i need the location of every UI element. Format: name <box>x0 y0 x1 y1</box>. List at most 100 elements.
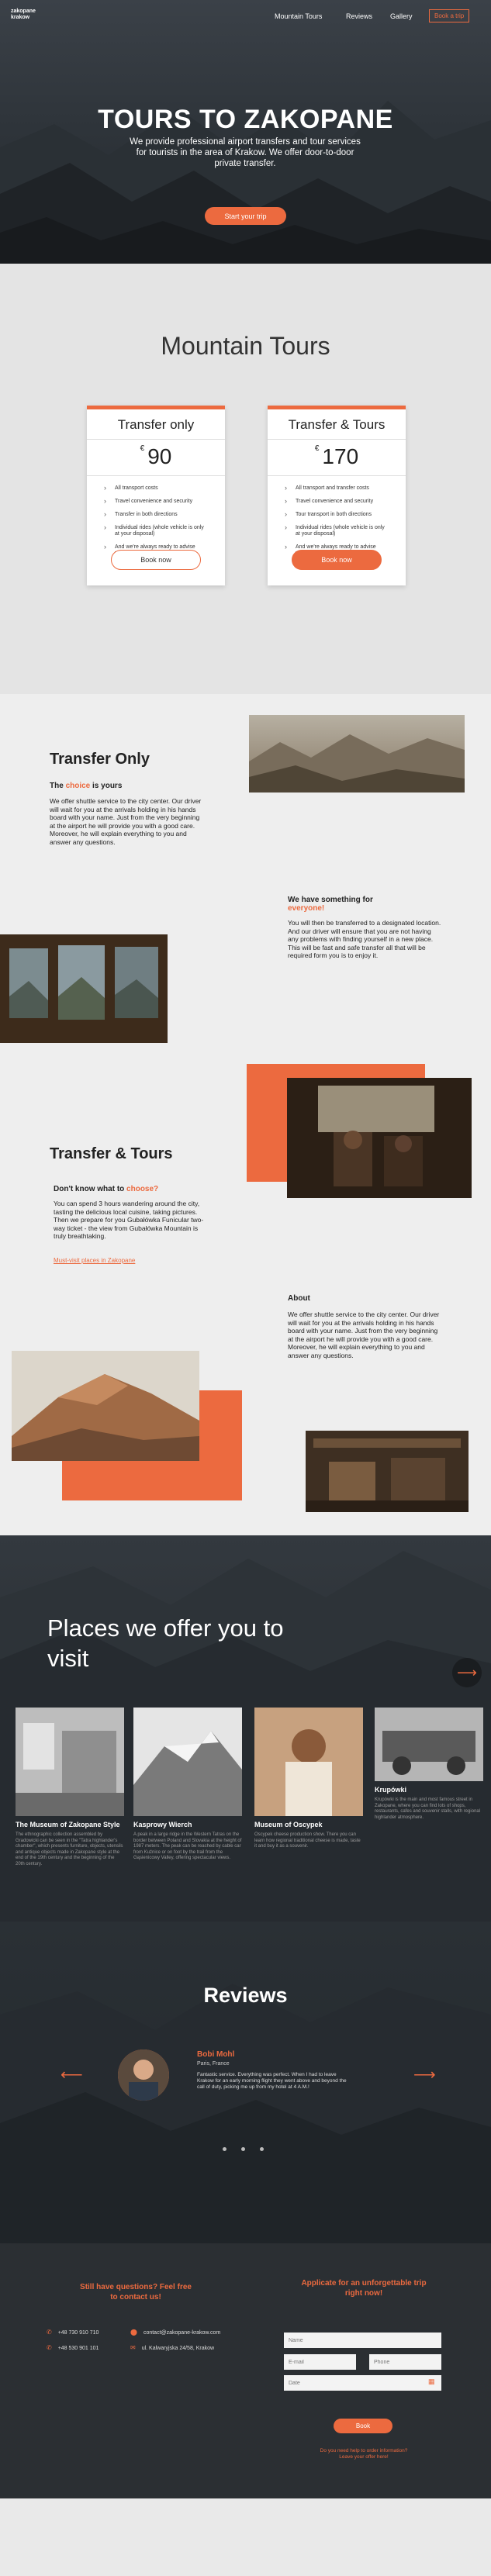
currency-symbol: € <box>314 444 320 453</box>
email-contact[interactable]: ⬤ contact@zakopane-krakow.com <box>130 2329 220 2336</box>
transfer-tours-heading: Transfer & Tours <box>50 1145 173 1162</box>
contact-title: Still have questions? Feel free to conta… <box>80 2283 192 2301</box>
pagination-dot[interactable] <box>241 2147 245 2151</box>
review-pagination <box>223 2141 278 2155</box>
transfer-info-section: Transfer Only The choice is yours We off… <box>0 694 491 1535</box>
reviewer-name: Bobi Mohl <box>197 2050 235 2059</box>
phone-icon: ✆ <box>47 2329 52 2336</box>
reviews-prev-arrow[interactable]: ⟵ <box>61 2065 83 2084</box>
place-card-museum-oscypek[interactable]: Museum of Oscypek Oscypek cheese product… <box>254 1708 363 1850</box>
price-value: 170 <box>322 444 359 468</box>
phone-icon: ✆ <box>47 2344 52 2351</box>
reviews-next-arrow[interactable]: ⟶ <box>413 2065 436 2084</box>
choice-post: is yours <box>90 782 123 790</box>
places-title: Places we offer you to visit <box>47 1614 284 1672</box>
place-title: The Museum of Zakopane Style <box>16 1821 120 1828</box>
place-card-museum-zakopane[interactable]: The Museum of Zakopane Style The ethnogr… <box>16 1708 124 1867</box>
feature-item: Transfer in both directions <box>104 511 205 518</box>
feature-item: All transport costs <box>104 485 205 492</box>
about-heading: About <box>288 1294 310 1303</box>
book-trip-button[interactable]: Book a trip <box>429 9 470 22</box>
review-text: Fantastic service. Everything was perfec… <box>197 2072 347 2090</box>
choice-word: choice <box>65 782 91 790</box>
hero-section: zakopane krakow Mountain Tours Reviews G… <box>0 0 491 264</box>
card-price: €170 <box>268 444 406 469</box>
top-navigation: zakopane krakow Mountain Tours Reviews G… <box>0 0 491 34</box>
phone-field[interactable] <box>369 2354 441 2370</box>
know-text: You can spend 3 hours wandering around t… <box>54 1200 204 1240</box>
card-divider <box>268 475 406 476</box>
calendar-icon[interactable]: ▦ <box>428 2377 435 2386</box>
bus-interior-photo <box>287 1078 472 1198</box>
date-field[interactable] <box>284 2375 441 2391</box>
place-title: Krupówki <box>375 1786 407 1794</box>
place-description: A peak in a large ridge in the Western T… <box>133 1832 242 1860</box>
places-next-arrow[interactable]: ⟶ <box>452 1658 482 1687</box>
email-text: contact@zakopane-krakow.com <box>143 2330 221 2336</box>
phone-1-text: +48 730 910 710 <box>57 2330 99 2336</box>
train-window-photo <box>0 934 168 1043</box>
location-icon: ⬤ <box>130 2329 137 2336</box>
book-now-button[interactable]: Book now <box>111 550 201 570</box>
pagination-dot[interactable] <box>223 2147 226 2151</box>
places-section: Places we offer you to visit ⟶ The Museu… <box>0 1535 491 1922</box>
footer-note-line-2[interactable]: Leave your offer here! <box>299 2454 429 2460</box>
place-title: Museum of Oscypek <box>254 1821 323 1828</box>
card-divider <box>87 439 225 440</box>
address-text: ul. Kalwaryjska 24/58, Krakow <box>141 2346 215 2351</box>
choice-pre: The <box>50 782 66 790</box>
feature-item: All transport and transfer costs <box>285 485 386 492</box>
phone-2-text: +48 530 901 101 <box>57 2346 99 2351</box>
phone-2[interactable]: ✆ +48 530 901 101 <box>47 2344 99 2351</box>
place-description: Oscypek cheese production show. There yo… <box>254 1832 361 1849</box>
name-field[interactable] <box>284 2333 441 2348</box>
must-visit-link[interactable]: Must-visit places in Zakopane <box>54 1257 135 1264</box>
currency-symbol: € <box>140 444 145 453</box>
about-text: We offer shuttle service to the city cen… <box>288 1310 440 1359</box>
place-card-krupowki[interactable]: Krupówki Krupówki is the main and most f… <box>375 1708 483 1821</box>
price-value: 90 <box>147 444 172 468</box>
footer-note-line-1: Do you need help to order information? <box>320 2448 408 2453</box>
pagination-dot[interactable] <box>260 2147 264 2151</box>
card-divider <box>268 439 406 440</box>
place-card-kasprowy-wierch[interactable]: Kasprowy Wierch A peak in a large ridge … <box>133 1708 242 1862</box>
feature-list: All transport and transfer costs Travel … <box>285 485 406 557</box>
know-pre: Don't know what to <box>54 1185 127 1193</box>
apply-title: Applicate for an unforgettable trip righ… <box>301 2279 427 2298</box>
place-photo <box>16 1708 124 1816</box>
site-logo[interactable]: zakopane krakow <box>11 9 36 21</box>
mountain-landscape-photo <box>249 715 465 792</box>
book-now-button[interactable]: Book now <box>292 550 382 570</box>
choice-heading: The choice is yours <box>50 782 122 790</box>
nav-gallery[interactable]: Gallery <box>390 12 413 20</box>
something-title: We have something for <box>288 896 373 904</box>
address-contact: ✉ ul. Kalwaryjska 24/58, Krakow <box>130 2344 214 2351</box>
card-title: Transfer & Tours <box>288 417 386 432</box>
nav-reviews[interactable]: Reviews <box>346 12 372 20</box>
nav-mountain-tours[interactable]: Mountain Tours <box>275 12 322 20</box>
feature-item: Individual rides (whole vehicle is only … <box>285 524 386 537</box>
place-description: The ethnographic collection assembled by… <box>16 1832 123 1866</box>
transfer-only-heading: Transfer Only <box>50 751 150 768</box>
reviewer-location: Paris, France <box>197 2061 230 2067</box>
museum-interior-photo <box>306 1431 469 1512</box>
email-field[interactable] <box>284 2354 356 2370</box>
feature-item: Travel convenience and security <box>285 498 386 505</box>
card-price: €90 <box>87 444 225 469</box>
hero-subtitle: We provide professional airport transfer… <box>130 137 361 168</box>
card-divider <box>87 475 225 476</box>
footer-note: Do you need help to order information? L… <box>299 2448 429 2460</box>
card-title: Transfer only <box>117 417 195 432</box>
autumn-hill-photo <box>12 1351 199 1461</box>
hero-title: TOURS TO ZAKOPANE <box>98 105 393 134</box>
place-photo <box>133 1708 242 1816</box>
avatar <box>118 2049 169 2101</box>
start-trip-button[interactable]: Start your trip <box>205 207 286 225</box>
tours-title: Mountain Tours <box>161 332 330 360</box>
choice-text: We offer shuttle service to the city cen… <box>50 797 202 846</box>
place-photo <box>375 1708 483 1781</box>
book-button[interactable]: Book <box>334 2419 392 2433</box>
phone-1[interactable]: ✆ +48 730 910 710 <box>47 2329 99 2336</box>
something-text: You will then be transferred to a design… <box>288 919 441 959</box>
reviews-section: Reviews ⟵ Bobi Mohl Paris, France Fantas… <box>0 1922 491 2243</box>
